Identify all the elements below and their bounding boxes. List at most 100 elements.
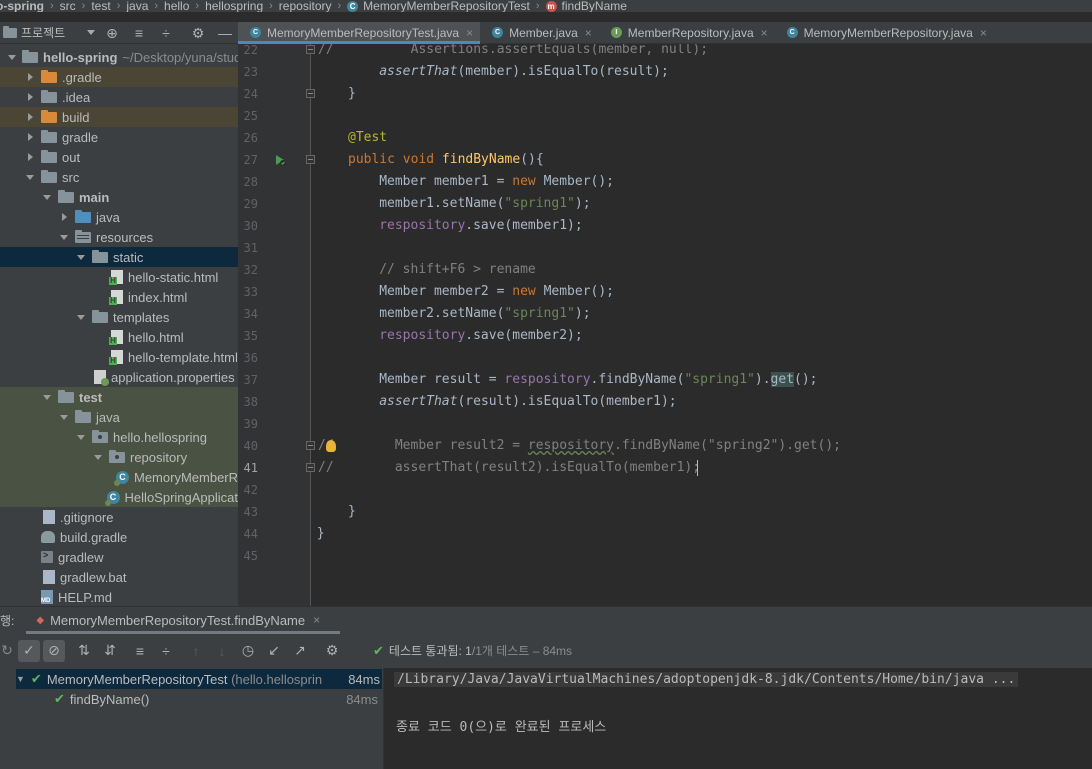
sort-alpha-icon[interactable]: ⇅: [73, 640, 95, 662]
code-line[interactable]: Member member2 = new Member();: [379, 281, 614, 303]
chevron-down-icon[interactable]: [25, 172, 35, 182]
chevron-down-icon[interactable]: [59, 412, 69, 422]
show-passed-icon[interactable]: ✓: [18, 639, 40, 662]
code-line[interactable]: member1.setName("spring1");: [379, 193, 590, 215]
gear-icon[interactable]: ⚙: [321, 640, 343, 662]
tree-item[interactable]: hello.html: [0, 327, 238, 347]
expand-all-icon[interactable]: ÷: [158, 25, 174, 41]
editor-tab[interactable]: I MemberRepository.java ×: [599, 22, 775, 43]
test-row[interactable]: ✔ findByName() 84ms: [54, 689, 382, 709]
tree-item[interactable]: .idea: [0, 87, 238, 107]
tree-item[interactable]: gradle: [0, 127, 238, 147]
tree-item[interactable]: java: [0, 407, 238, 427]
chevron-down-icon[interactable]: [76, 312, 86, 322]
tree-item[interactable]: build.gradle: [0, 527, 238, 547]
tree-item[interactable]: templates: [0, 307, 238, 327]
run-test-icon[interactable]: [273, 153, 287, 167]
code-line[interactable]: Member result2 = respository.findByName(…: [379, 435, 841, 457]
breadcrumb-item[interactable]: o-spring: [0, 0, 44, 12]
console-line[interactable]: /Library/Java/JavaVirtualMachines/adopto…: [394, 672, 1019, 687]
chevron-down-icon[interactable]: [59, 232, 69, 242]
locate-icon[interactable]: ⊕: [104, 25, 120, 41]
code-line[interactable]: respository.save(member1);: [379, 215, 583, 237]
gear-icon[interactable]: ⚙: [190, 25, 206, 41]
tree-item[interactable]: C HelloSpringApplicat: [0, 487, 238, 507]
export-icon[interactable]: ↗: [289, 640, 311, 662]
lightbulb-icon[interactable]: [326, 440, 336, 452]
chevron-right-icon[interactable]: [25, 152, 35, 162]
breadcrumb-item[interactable]: C MemoryMemberRepositoryTest: [347, 0, 530, 12]
chevron-down-icon[interactable]: [93, 452, 103, 462]
history-icon[interactable]: ◷: [237, 640, 259, 662]
close-icon[interactable]: ×: [761, 26, 768, 40]
fold-icon[interactable]: [306, 463, 315, 472]
tree-item[interactable]: gradlew.bat: [0, 567, 238, 587]
editor-tab[interactable]: C Member.java ×: [480, 22, 599, 43]
breadcrumb-item[interactable]: src: [60, 0, 76, 12]
code-line[interactable]: Member result = respository.findByName("…: [379, 369, 818, 391]
chevron-down-icon[interactable]: ▼: [16, 674, 25, 684]
tree-item[interactable]: repository: [0, 447, 238, 467]
code-line[interactable]: }: [317, 523, 325, 545]
collapse-all-icon[interactable]: ≡: [131, 25, 147, 41]
chevron-right-icon[interactable]: [25, 112, 35, 122]
code-line[interactable]: assertThat(result).isEqualTo(member1);: [379, 391, 676, 413]
chevron-down-icon[interactable]: [42, 192, 52, 202]
chevron-right-icon[interactable]: [25, 132, 35, 142]
breadcrumb-item[interactable]: hello: [164, 0, 189, 12]
code-line[interactable]: }: [348, 501, 356, 523]
tree-item[interactable]: hello.hellospring: [0, 427, 238, 447]
rerun-icon[interactable]: ↻: [0, 640, 18, 662]
next-failed-icon[interactable]: ↓: [211, 640, 233, 662]
close-icon[interactable]: ×: [313, 613, 320, 627]
breadcrumb-item[interactable]: repository: [279, 0, 332, 12]
hide-icon[interactable]: —: [217, 25, 233, 41]
tree-item[interactable]: gradlew: [0, 547, 238, 567]
editor-tab[interactable]: C MemoryMemberRepositoryTest.java ×: [238, 22, 481, 44]
fold-icon[interactable]: [306, 45, 315, 54]
tree-item[interactable]: .gitignore: [0, 507, 238, 527]
tree-item[interactable]: index.html: [0, 287, 238, 307]
collapse-all-icon[interactable]: ÷: [155, 640, 177, 662]
tree-item[interactable]: java: [0, 207, 238, 227]
tree-item[interactable]: main: [0, 187, 238, 207]
chevron-down-icon[interactable]: [76, 252, 86, 262]
tree-item[interactable]: .gradle: [0, 67, 238, 87]
chevron-right-icon[interactable]: [59, 212, 69, 222]
tree-item[interactable]: src: [0, 167, 238, 187]
tree-item[interactable]: application.properties: [0, 367, 238, 387]
fold-icon[interactable]: [306, 155, 315, 164]
breadcrumb-item[interactable]: test: [91, 0, 110, 12]
breadcrumb-item[interactable]: java: [126, 0, 148, 12]
tree-item[interactable]: C MemoryMemberR: [0, 467, 238, 487]
chevron-down-icon[interactable]: [8, 52, 16, 62]
editor-tab[interactable]: C MemoryMemberRepository.java ×: [775, 22, 994, 43]
import-icon[interactable]: ↙: [263, 640, 285, 662]
code-line[interactable]: member2.setName("spring1");: [379, 303, 590, 325]
test-row[interactable]: ▼ ✔ MemoryMemberRepositoryTest (hello.he…: [16, 669, 382, 689]
code-line[interactable]: }: [348, 83, 356, 105]
code-line[interactable]: respository.save(member2);: [379, 325, 583, 347]
prev-failed-icon[interactable]: ↑: [185, 640, 207, 662]
tree-item[interactable]: hello-template.html: [0, 347, 238, 367]
code-line[interactable]: @Test: [348, 127, 387, 149]
tree-item[interactable]: build: [0, 107, 238, 127]
sort-duration-icon[interactable]: ⇵: [99, 640, 121, 662]
chevron-down-icon[interactable]: [76, 432, 86, 442]
chevron-down-icon[interactable]: [42, 392, 52, 402]
tree-item[interactable]: hello-static.html: [0, 267, 238, 287]
tree-item[interactable]: resources: [0, 227, 238, 247]
chevron-right-icon[interactable]: [25, 92, 35, 102]
run-tab[interactable]: ◆ MemoryMemberRepositoryTest.findByName …: [26, 607, 340, 634]
code-line[interactable]: assertThat(result2).isEqualTo(member1);: [379, 457, 700, 479]
tree-item[interactable]: HELP.md: [0, 587, 238, 606]
tree-item[interactable]: hello-spring ~/Desktop/yuna/stud: [0, 47, 238, 67]
fold-icon[interactable]: [306, 441, 315, 450]
code-line[interactable]: Member member1 = new Member();: [379, 171, 614, 193]
chevron-right-icon[interactable]: [25, 72, 35, 82]
console-output[interactable]: /Library/Java/JavaVirtualMachines/adopto…: [384, 668, 1092, 769]
code-line[interactable]: assertThat(member).isEqualTo(result);: [379, 61, 669, 83]
project-panel-title[interactable]: 프로젝트: [21, 24, 65, 41]
code-line[interactable]: // shift+F6 > rename: [379, 259, 536, 281]
close-icon[interactable]: ×: [585, 26, 592, 40]
